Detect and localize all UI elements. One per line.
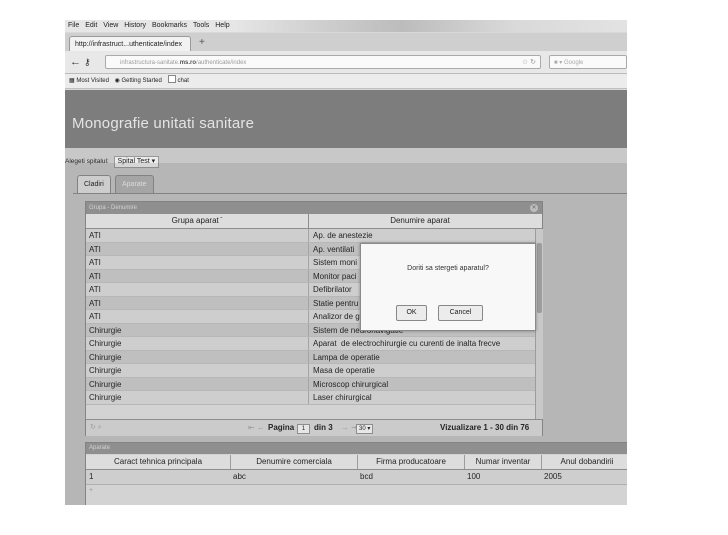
search-placeholder: Google (563, 60, 584, 66)
dialog-message: Doriti sa stergeti aparatul? (407, 265, 489, 272)
url-suffix: /authenticate/index (196, 60, 247, 66)
page-icon (167, 75, 176, 83)
screenshot: File Edit View History Bookmarks Tools H… (65, 20, 627, 505)
ok-button[interactable]: OK (396, 305, 427, 321)
bookmark-most-visited[interactable]: ▦ Most Visited (69, 78, 109, 84)
back-arrow-icon[interactable]: ← (70, 55, 81, 69)
bookmark-chat[interactable]: chat (167, 75, 189, 84)
firefox-icon: ◉ (114, 78, 122, 84)
menu-view[interactable]: View (103, 22, 118, 29)
new-tab-button[interactable]: + (199, 36, 205, 50)
browser-tabstrip: http://infrastruct...uthenticate/index + (65, 33, 627, 51)
confirm-dialog: Doriti sa stergeti aparatul? OK Cancel (360, 243, 536, 331)
bookmarks-toolbar: ▦ Most Visited ◉ Getting Started chat (65, 74, 627, 89)
app-title: Monografie unitati sanitare (72, 115, 255, 132)
address-bar[interactable]: infrastructura-sanitate.ms.ro/authentica… (105, 55, 541, 69)
bookmark-label: chat (177, 78, 189, 84)
menu-help[interactable]: Help (215, 22, 229, 29)
search-engine-icon: ■ ▾ (554, 60, 564, 66)
bookmark-label: Most Visited (76, 78, 109, 84)
browser-tab[interactable]: http://infrastruct...uthenticate/index (69, 36, 191, 51)
key-icon: ⚷ (84, 57, 91, 67)
modal-overlay (65, 163, 627, 505)
browser-menubar: File Edit View History Bookmarks Tools H… (65, 20, 627, 32)
bookmark-getting-started[interactable]: ◉ Getting Started (115, 78, 162, 84)
cancel-button[interactable]: Cancel (438, 305, 483, 321)
menu-tools[interactable]: Tools (193, 22, 209, 29)
reload-icon[interactable]: ☆ ↻ (522, 56, 536, 70)
menu-edit[interactable]: Edit (85, 22, 97, 29)
menu-file[interactable]: File (68, 22, 79, 29)
menu-bookmarks[interactable]: Bookmarks (152, 22, 187, 29)
bookmark-label: Getting Started (121, 78, 162, 84)
url-domain: ms.ro (179, 60, 197, 66)
search-box[interactable]: ■ ▾ Google (549, 55, 627, 69)
menu-history[interactable]: History (124, 22, 146, 29)
browser-navbar: ← ⚷ infrastructura-sanitate.ms.ro/authen… (65, 51, 627, 74)
url-prefix: infrastructura-sanitate. (120, 60, 180, 66)
